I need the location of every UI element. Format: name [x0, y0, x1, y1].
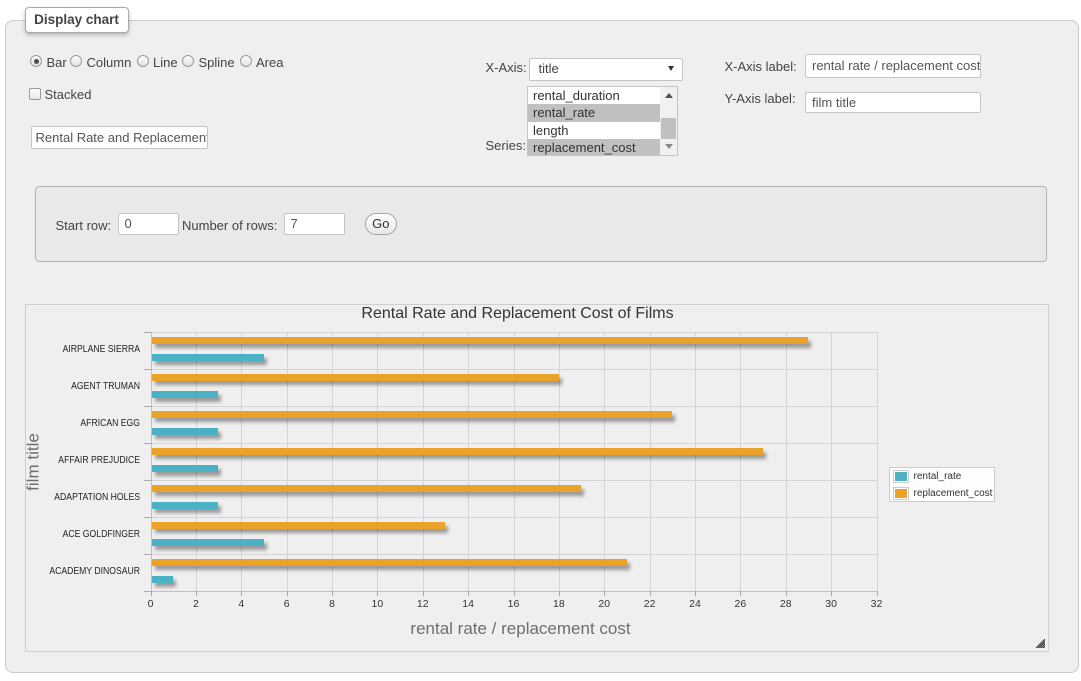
- svg-text:film title: film title: [24, 433, 43, 491]
